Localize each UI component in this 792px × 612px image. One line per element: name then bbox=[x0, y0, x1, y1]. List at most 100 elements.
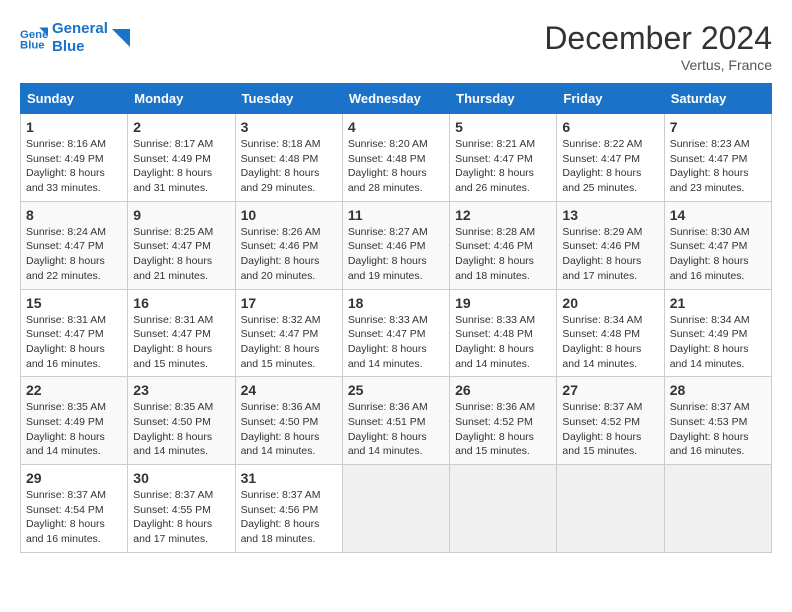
calendar-cell: 26 Sunrise: 8:36 AMSunset: 4:52 PMDaylig… bbox=[450, 377, 557, 465]
cell-details: Sunrise: 8:22 AMSunset: 4:47 PMDaylight:… bbox=[562, 138, 642, 194]
day-number: 9 bbox=[133, 207, 229, 223]
day-number: 28 bbox=[670, 382, 766, 398]
calendar-cell: 5 Sunrise: 8:21 AMSunset: 4:47 PMDayligh… bbox=[450, 114, 557, 202]
day-number: 21 bbox=[670, 295, 766, 311]
calendar-cell: 15 Sunrise: 8:31 AMSunset: 4:47 PMDaylig… bbox=[21, 289, 128, 377]
calendar-cell: 2 Sunrise: 8:17 AMSunset: 4:49 PMDayligh… bbox=[128, 114, 235, 202]
calendar-cell: 12 Sunrise: 8:28 AMSunset: 4:46 PMDaylig… bbox=[450, 201, 557, 289]
day-number: 11 bbox=[348, 207, 444, 223]
calendar-cell: 14 Sunrise: 8:30 AMSunset: 4:47 PMDaylig… bbox=[664, 201, 771, 289]
cell-details: Sunrise: 8:37 AMSunset: 4:53 PMDaylight:… bbox=[670, 401, 750, 457]
cell-details: Sunrise: 8:37 AMSunset: 4:52 PMDaylight:… bbox=[562, 401, 642, 457]
calendar-cell: 22 Sunrise: 8:35 AMSunset: 4:49 PMDaylig… bbox=[21, 377, 128, 465]
logo-arrow-icon bbox=[112, 29, 130, 47]
cell-details: Sunrise: 8:36 AMSunset: 4:51 PMDaylight:… bbox=[348, 401, 428, 457]
title-area: December 2024 Vertus, France bbox=[544, 20, 772, 73]
cell-details: Sunrise: 8:37 AMSunset: 4:56 PMDaylight:… bbox=[241, 489, 321, 545]
day-number: 7 bbox=[670, 119, 766, 135]
cell-details: Sunrise: 8:29 AMSunset: 4:46 PMDaylight:… bbox=[562, 226, 642, 282]
cell-details: Sunrise: 8:32 AMSunset: 4:47 PMDaylight:… bbox=[241, 314, 321, 370]
day-number: 15 bbox=[26, 295, 122, 311]
calendar-cell bbox=[342, 465, 449, 553]
cell-details: Sunrise: 8:31 AMSunset: 4:47 PMDaylight:… bbox=[133, 314, 213, 370]
weekday-header-monday: Monday bbox=[128, 84, 235, 114]
calendar-cell: 8 Sunrise: 8:24 AMSunset: 4:47 PMDayligh… bbox=[21, 201, 128, 289]
calendar-cell: 24 Sunrise: 8:36 AMSunset: 4:50 PMDaylig… bbox=[235, 377, 342, 465]
weekday-header-row: SundayMondayTuesdayWednesdayThursdayFrid… bbox=[21, 84, 772, 114]
cell-details: Sunrise: 8:35 AMSunset: 4:50 PMDaylight:… bbox=[133, 401, 213, 457]
day-number: 30 bbox=[133, 470, 229, 486]
weekday-header-sunday: Sunday bbox=[21, 84, 128, 114]
calendar-cell bbox=[450, 465, 557, 553]
day-number: 10 bbox=[241, 207, 337, 223]
calendar-cell: 6 Sunrise: 8:22 AMSunset: 4:47 PMDayligh… bbox=[557, 114, 664, 202]
day-number: 24 bbox=[241, 382, 337, 398]
cell-details: Sunrise: 8:21 AMSunset: 4:47 PMDaylight:… bbox=[455, 138, 535, 194]
cell-details: Sunrise: 8:17 AMSunset: 4:49 PMDaylight:… bbox=[133, 138, 213, 194]
cell-details: Sunrise: 8:26 AMSunset: 4:46 PMDaylight:… bbox=[241, 226, 321, 282]
weekday-header-saturday: Saturday bbox=[664, 84, 771, 114]
calendar-cell: 9 Sunrise: 8:25 AMSunset: 4:47 PMDayligh… bbox=[128, 201, 235, 289]
cell-details: Sunrise: 8:37 AMSunset: 4:54 PMDaylight:… bbox=[26, 489, 106, 545]
calendar-cell: 1 Sunrise: 8:16 AMSunset: 4:49 PMDayligh… bbox=[21, 114, 128, 202]
calendar-cell: 28 Sunrise: 8:37 AMSunset: 4:53 PMDaylig… bbox=[664, 377, 771, 465]
day-number: 23 bbox=[133, 382, 229, 398]
calendar-cell: 17 Sunrise: 8:32 AMSunset: 4:47 PMDaylig… bbox=[235, 289, 342, 377]
day-number: 2 bbox=[133, 119, 229, 135]
cell-details: Sunrise: 8:34 AMSunset: 4:49 PMDaylight:… bbox=[670, 314, 750, 370]
day-number: 17 bbox=[241, 295, 337, 311]
calendar-cell: 25 Sunrise: 8:36 AMSunset: 4:51 PMDaylig… bbox=[342, 377, 449, 465]
calendar-cell bbox=[557, 465, 664, 553]
weekday-header-thursday: Thursday bbox=[450, 84, 557, 114]
calendar-title: December 2024 bbox=[544, 20, 772, 57]
calendar-cell: 27 Sunrise: 8:37 AMSunset: 4:52 PMDaylig… bbox=[557, 377, 664, 465]
svg-text:Blue: Blue bbox=[20, 40, 45, 52]
cell-details: Sunrise: 8:23 AMSunset: 4:47 PMDaylight:… bbox=[670, 138, 750, 194]
calendar-cell: 18 Sunrise: 8:33 AMSunset: 4:47 PMDaylig… bbox=[342, 289, 449, 377]
calendar-cell: 10 Sunrise: 8:26 AMSunset: 4:46 PMDaylig… bbox=[235, 201, 342, 289]
cell-details: Sunrise: 8:20 AMSunset: 4:48 PMDaylight:… bbox=[348, 138, 428, 194]
header: General Blue General Blue December 2024 … bbox=[20, 20, 772, 73]
cell-details: Sunrise: 8:24 AMSunset: 4:47 PMDaylight:… bbox=[26, 226, 106, 282]
calendar-week-row: 8 Sunrise: 8:24 AMSunset: 4:47 PMDayligh… bbox=[21, 201, 772, 289]
cell-details: Sunrise: 8:30 AMSunset: 4:47 PMDaylight:… bbox=[670, 226, 750, 282]
day-number: 27 bbox=[562, 382, 658, 398]
weekday-header-tuesday: Tuesday bbox=[235, 84, 342, 114]
calendar-subtitle: Vertus, France bbox=[544, 57, 772, 73]
calendar-cell: 21 Sunrise: 8:34 AMSunset: 4:49 PMDaylig… bbox=[664, 289, 771, 377]
day-number: 31 bbox=[241, 470, 337, 486]
calendar-cell: 29 Sunrise: 8:37 AMSunset: 4:54 PMDaylig… bbox=[21, 465, 128, 553]
weekday-header-friday: Friday bbox=[557, 84, 664, 114]
day-number: 14 bbox=[670, 207, 766, 223]
day-number: 18 bbox=[348, 295, 444, 311]
logo-icon: General Blue bbox=[20, 24, 48, 52]
calendar-table: SundayMondayTuesdayWednesdayThursdayFrid… bbox=[20, 83, 772, 553]
cell-details: Sunrise: 8:16 AMSunset: 4:49 PMDaylight:… bbox=[26, 138, 106, 194]
cell-details: Sunrise: 8:27 AMSunset: 4:46 PMDaylight:… bbox=[348, 226, 428, 282]
day-number: 26 bbox=[455, 382, 551, 398]
logo-line2: Blue bbox=[52, 38, 108, 56]
logo-line1: General bbox=[52, 20, 108, 38]
calendar-cell bbox=[664, 465, 771, 553]
calendar-week-row: 15 Sunrise: 8:31 AMSunset: 4:47 PMDaylig… bbox=[21, 289, 772, 377]
cell-details: Sunrise: 8:28 AMSunset: 4:46 PMDaylight:… bbox=[455, 226, 535, 282]
day-number: 6 bbox=[562, 119, 658, 135]
day-number: 5 bbox=[455, 119, 551, 135]
day-number: 8 bbox=[26, 207, 122, 223]
day-number: 29 bbox=[26, 470, 122, 486]
day-number: 19 bbox=[455, 295, 551, 311]
calendar-cell: 23 Sunrise: 8:35 AMSunset: 4:50 PMDaylig… bbox=[128, 377, 235, 465]
calendar-cell: 13 Sunrise: 8:29 AMSunset: 4:46 PMDaylig… bbox=[557, 201, 664, 289]
calendar-cell: 31 Sunrise: 8:37 AMSunset: 4:56 PMDaylig… bbox=[235, 465, 342, 553]
cell-details: Sunrise: 8:33 AMSunset: 4:48 PMDaylight:… bbox=[455, 314, 535, 370]
cell-details: Sunrise: 8:36 AMSunset: 4:50 PMDaylight:… bbox=[241, 401, 321, 457]
day-number: 20 bbox=[562, 295, 658, 311]
day-number: 25 bbox=[348, 382, 444, 398]
calendar-cell: 4 Sunrise: 8:20 AMSunset: 4:48 PMDayligh… bbox=[342, 114, 449, 202]
cell-details: Sunrise: 8:25 AMSunset: 4:47 PMDaylight:… bbox=[133, 226, 213, 282]
day-number: 22 bbox=[26, 382, 122, 398]
cell-details: Sunrise: 8:37 AMSunset: 4:55 PMDaylight:… bbox=[133, 489, 213, 545]
day-number: 1 bbox=[26, 119, 122, 135]
logo: General Blue General Blue bbox=[20, 20, 130, 56]
day-number: 4 bbox=[348, 119, 444, 135]
